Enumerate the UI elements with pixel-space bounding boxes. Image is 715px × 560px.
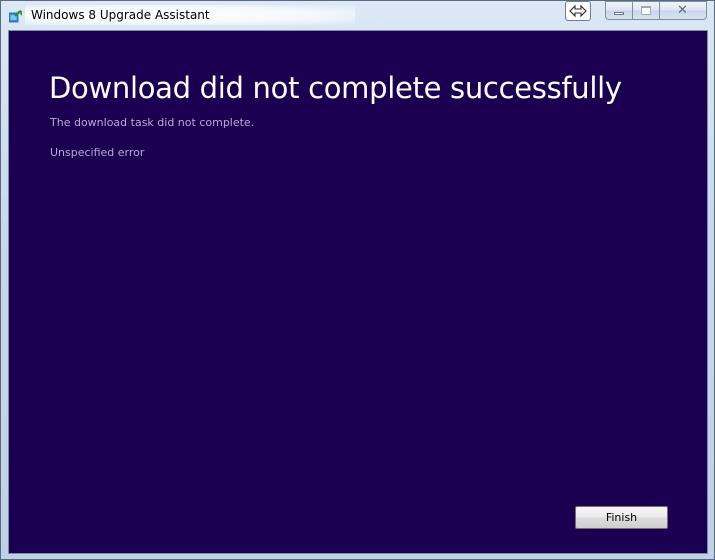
finish-button[interactable]: Finish (575, 506, 668, 529)
caption-buttons: ✕ (605, 1, 707, 20)
page-title: Download did not complete successfully (49, 71, 622, 105)
content-panel: Download did not complete successfully T… (8, 30, 708, 554)
title-bar[interactable]: Windows 8 Upgrade Assistant ✕ (1, 1, 714, 29)
minimize-icon (614, 12, 624, 15)
resize-arrows-icon[interactable] (565, 1, 591, 21)
window-title: Windows 8 Upgrade Assistant (31, 8, 210, 22)
app-window: Windows 8 Upgrade Assistant ✕ Download d… (0, 0, 715, 560)
close-button[interactable]: ✕ (659, 1, 707, 20)
close-icon: ✕ (677, 3, 688, 18)
maximize-icon (641, 6, 651, 15)
maximize-button[interactable] (632, 1, 659, 20)
minimize-button[interactable] (605, 1, 632, 20)
app-icon (8, 8, 23, 23)
status-message: The download task did not complete. (50, 116, 255, 129)
error-message: Unspecified error (50, 146, 145, 159)
